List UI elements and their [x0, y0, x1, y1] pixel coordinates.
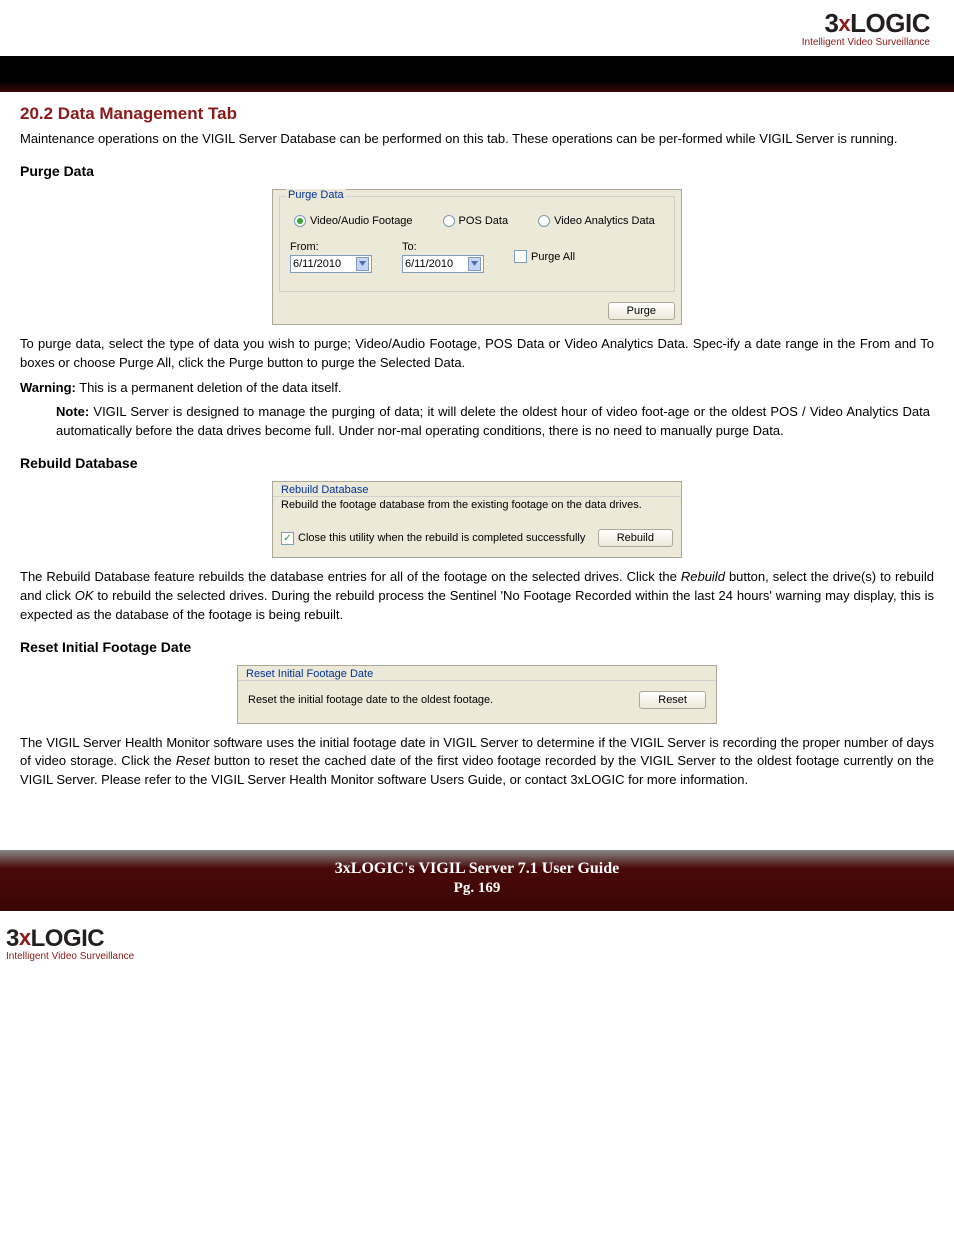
rebuild-heading: Rebuild Database: [20, 455, 934, 471]
radio-label: Video Analytics Data: [554, 215, 655, 227]
to-date-input[interactable]: 6/11/2010: [402, 255, 484, 273]
footer-title: 3xLOGIC's VIGIL Server 7.1 User Guide: [0, 860, 954, 878]
section-heading: 20.2 Data Management Tab: [20, 104, 934, 124]
purge-note: Note: VIGIL Server is designed to manage…: [56, 403, 930, 441]
close-utility-checkbox[interactable]: ✓ Close this utility when the rebuild is…: [281, 532, 585, 545]
intro-paragraph: Maintenance operations on the VIGIL Serv…: [20, 130, 934, 149]
purge-heading: Purge Data: [20, 163, 934, 179]
reset-button[interactable]: Reset: [639, 691, 706, 709]
from-date-input[interactable]: 6/11/2010: [290, 255, 372, 273]
radio-label: Video/Audio Footage: [310, 215, 413, 227]
footer-logo: 3xLOGIC Intelligent Video Surveillance: [0, 911, 954, 976]
logo-tagline: Intelligent Video Surveillance: [24, 37, 930, 48]
logo-x: x: [838, 11, 850, 36]
rebuild-title: Rebuild Database: [273, 482, 681, 497]
rebuild-desc: Rebuild the footage database from the ex…: [273, 497, 681, 521]
rebuild-panel: Rebuild Database Rebuild the footage dat…: [272, 481, 682, 558]
purge-all-label: Purge All: [531, 251, 575, 263]
radio-icon: [294, 215, 306, 227]
purge-warning: Warning: This is a permanent deletion of…: [20, 379, 934, 398]
logo-pre: 3: [824, 8, 838, 38]
logo-post: LOGIC: [850, 8, 930, 38]
reset-heading: Reset Initial Footage Date: [20, 639, 934, 655]
chevron-down-icon: [468, 257, 481, 271]
close-utility-label: Close this utility when the rebuild is c…: [298, 532, 585, 544]
header-logo: 3xLOGIC Intelligent Video Surveillance: [20, 0, 934, 52]
reset-desc: Reset the initial footage date to the ol…: [248, 694, 493, 706]
rebuild-button[interactable]: Rebuild: [598, 529, 673, 547]
footer-band: 3xLOGIC's VIGIL Server 7.1 User Guide Pg…: [0, 850, 954, 911]
radio-pos-data[interactable]: POS Data: [443, 215, 509, 227]
from-date-value: 6/11/2010: [293, 258, 341, 270]
reset-description: The VIGIL Server Health Monitor software…: [20, 734, 934, 791]
radio-label: POS Data: [459, 215, 509, 227]
radio-video-audio[interactable]: Video/Audio Footage: [294, 215, 413, 227]
footer-page: Pg. 169: [0, 880, 954, 897]
purge-description: To purge data, select the type of data y…: [20, 335, 934, 373]
reset-panel: Reset Initial Footage Date Reset the ini…: [237, 665, 717, 724]
from-label: From:: [290, 241, 372, 253]
reset-title: Reset Initial Footage Date: [238, 666, 716, 681]
checkbox-icon: [514, 250, 527, 263]
rebuild-description: The Rebuild Database feature rebuilds th…: [20, 568, 934, 625]
purge-all-checkbox[interactable]: Purge All: [514, 250, 575, 263]
radio-video-analytics[interactable]: Video Analytics Data: [538, 215, 655, 227]
to-date-value: 6/11/2010: [405, 258, 453, 270]
radio-icon: [443, 215, 455, 227]
chevron-down-icon: [356, 257, 369, 271]
purge-panel: Purge Data Video/Audio Footage POS Data …: [272, 189, 682, 325]
purge-group-title: Purge Data: [286, 189, 346, 201]
purge-button[interactable]: Purge: [608, 302, 675, 320]
radio-icon: [538, 215, 550, 227]
checkbox-icon: ✓: [281, 532, 294, 545]
to-label: To:: [402, 241, 484, 253]
header-bar: [0, 56, 954, 92]
